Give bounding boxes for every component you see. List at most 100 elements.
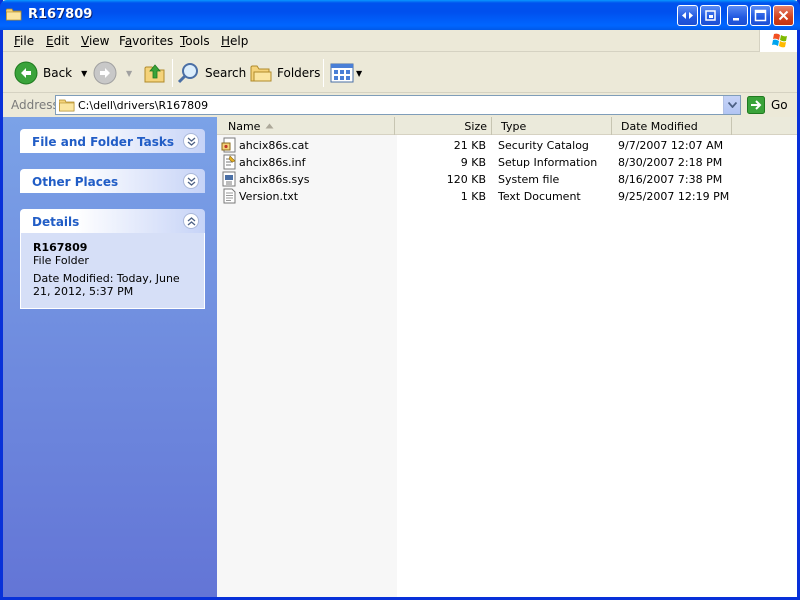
folders-icon — [250, 65, 272, 82]
file-date: 9/25/2007 12:19 PM — [618, 190, 730, 203]
column-date-label: Date Modified — [621, 120, 698, 133]
address-bar: Address C:\dell\drivers\R167809 Go — [3, 94, 797, 116]
close-button[interactable] — [773, 5, 794, 26]
file-row[interactable]: Version.txt 1 KB Text Document 9/25/2007… — [217, 188, 797, 205]
minimize-button[interactable] — [727, 5, 748, 26]
file-type: Text Document — [498, 190, 581, 203]
go-button[interactable]: Go — [747, 96, 788, 114]
file-folder-tasks-title: File and Folder Tasks — [32, 135, 175, 149]
menu-tools[interactable]: Tools — [180, 34, 210, 48]
other-places-panel: Other Places — [20, 169, 205, 193]
file-size: 1 KB — [460, 190, 486, 203]
list-header: Name Size Type Date Modified — [217, 117, 797, 135]
details-title: Details — [32, 215, 80, 229]
details-panel: Details R167809 File Folder Date Modifie… — [20, 209, 205, 309]
file-type: Security Catalog — [498, 139, 589, 152]
close-icon — [778, 10, 789, 21]
column-header-size[interactable]: Size — [395, 117, 492, 135]
up-folder-button[interactable] — [143, 60, 167, 86]
forward-button[interactable]: ▼ — [93, 60, 132, 86]
views-dropdown-arrow-icon[interactable]: ▼ — [356, 69, 362, 78]
search-icon — [177, 63, 198, 84]
details-item-type: File Folder — [33, 254, 89, 267]
menu-view[interactable]: View — [81, 34, 109, 48]
go-arrow-icon — [747, 96, 765, 114]
file-date: 8/30/2007 2:18 PM — [618, 156, 723, 169]
maximize-button[interactable] — [750, 5, 771, 26]
address-value: C:\dell\drivers\R167809 — [78, 99, 209, 112]
details-header[interactable]: Details — [20, 209, 205, 233]
file-row[interactable]: ahcix86s.sys 120 KB System file 8/16/200… — [217, 171, 797, 188]
menu-edit-accel: E — [46, 34, 54, 48]
windows-logo — [759, 30, 797, 52]
go-label: Go — [771, 98, 788, 112]
menu-help[interactable]: Help — [221, 34, 248, 48]
file-folder-tasks-header[interactable]: File and Folder Tasks — [20, 129, 205, 153]
column-header-date[interactable]: Date Modified — [612, 117, 732, 135]
menu-help-rest: elp — [230, 34, 249, 48]
back-dropdown-arrow-icon[interactable]: ▼ — [81, 69, 87, 78]
expand-chevron-icon[interactable] — [183, 133, 199, 149]
folder-icon — [59, 99, 75, 112]
address-label: Address — [11, 98, 59, 112]
address-dropdown-button[interactable] — [723, 96, 740, 114]
switch-arrows-icon — [682, 12, 693, 19]
back-button[interactable]: Back ▼ — [14, 60, 87, 86]
details-date-modified: Date Modified: Today, June 21, 2012, 5:3… — [33, 272, 180, 298]
up-folder-icon — [144, 64, 165, 83]
search-label: Search — [205, 66, 247, 80]
other-places-header[interactable]: Other Places — [20, 169, 205, 193]
details-item-name: R167809 — [33, 241, 88, 254]
maximize-icon — [754, 9, 767, 22]
file-size: 120 KB — [446, 173, 486, 186]
file-date: 9/7/2007 12:07 AM — [618, 139, 724, 152]
file-name: ahcix86s.sys — [239, 173, 310, 186]
catalog-file-icon — [221, 137, 236, 153]
column-header-name[interactable]: Name — [217, 117, 395, 135]
menu-file[interactable]: File — [14, 34, 34, 48]
text-file-icon — [223, 188, 236, 204]
sort-ascending-icon — [265, 123, 274, 129]
file-date: 8/16/2007 7:38 PM — [618, 173, 723, 186]
menu-edit[interactable]: Edit — [46, 34, 69, 48]
forward-arrow-icon — [93, 61, 117, 85]
forward-dropdown-arrow-icon[interactable]: ▼ — [126, 69, 132, 78]
window-title: R167809 — [28, 7, 93, 22]
title-bar[interactable]: R167809 — [0, 0, 800, 30]
menu-tools-rest: ools — [185, 34, 210, 48]
column-header-type[interactable]: Type — [492, 117, 612, 135]
file-name: ahcix86s.inf — [239, 156, 306, 169]
file-folder-tasks-panel: File and Folder Tasks — [20, 129, 205, 153]
views-button[interactable]: ▼ — [330, 60, 362, 86]
file-row[interactable]: ahcix86s.inf 9 KB Setup Information 8/30… — [217, 154, 797, 171]
system-file-icon — [222, 171, 236, 187]
menu-edit-rest: dit — [53, 34, 70, 48]
windows-flag-icon — [772, 33, 787, 48]
menu-favorites-rest: vorites — [132, 34, 174, 48]
toolbar-separator — [323, 59, 324, 87]
expand-chevron-icon[interactable] — [183, 173, 199, 189]
file-size: 21 KB — [453, 139, 486, 152]
file-type: System file — [498, 173, 560, 186]
menu-favorites[interactable]: Favorites — [119, 34, 173, 48]
chevron-down-icon — [727, 102, 737, 108]
column-size-label: Size — [464, 120, 487, 133]
switch-button[interactable] — [677, 5, 698, 26]
details-body: R167809 File Folder Date Modified: Today… — [20, 233, 205, 309]
toolbar-separator — [172, 59, 173, 87]
search-button[interactable]: Search — [177, 60, 246, 86]
column-name-label: Name — [228, 120, 261, 133]
menu-help-accel: H — [221, 34, 231, 48]
file-row[interactable]: ahcix86s.cat 21 KB Security Catalog 9/7/… — [217, 137, 797, 154]
folders-label: Folders — [277, 66, 321, 80]
standard-toolbar: Back ▼ ▼ Search Folders ▼ — [3, 53, 797, 93]
collapse-chevron-icon[interactable] — [183, 213, 199, 229]
address-input[interactable]: C:\dell\drivers\R167809 — [55, 95, 741, 115]
restore-window-button[interactable] — [700, 5, 721, 26]
folders-button[interactable]: Folders — [249, 60, 320, 86]
folder-icon — [6, 8, 22, 21]
menu-file-rest: ile — [20, 34, 35, 48]
views-grid-icon — [330, 63, 354, 83]
file-list-view[interactable]: Name Size Type Date Modified ahcix86s.ca… — [217, 117, 797, 597]
restore-icon — [705, 10, 716, 21]
